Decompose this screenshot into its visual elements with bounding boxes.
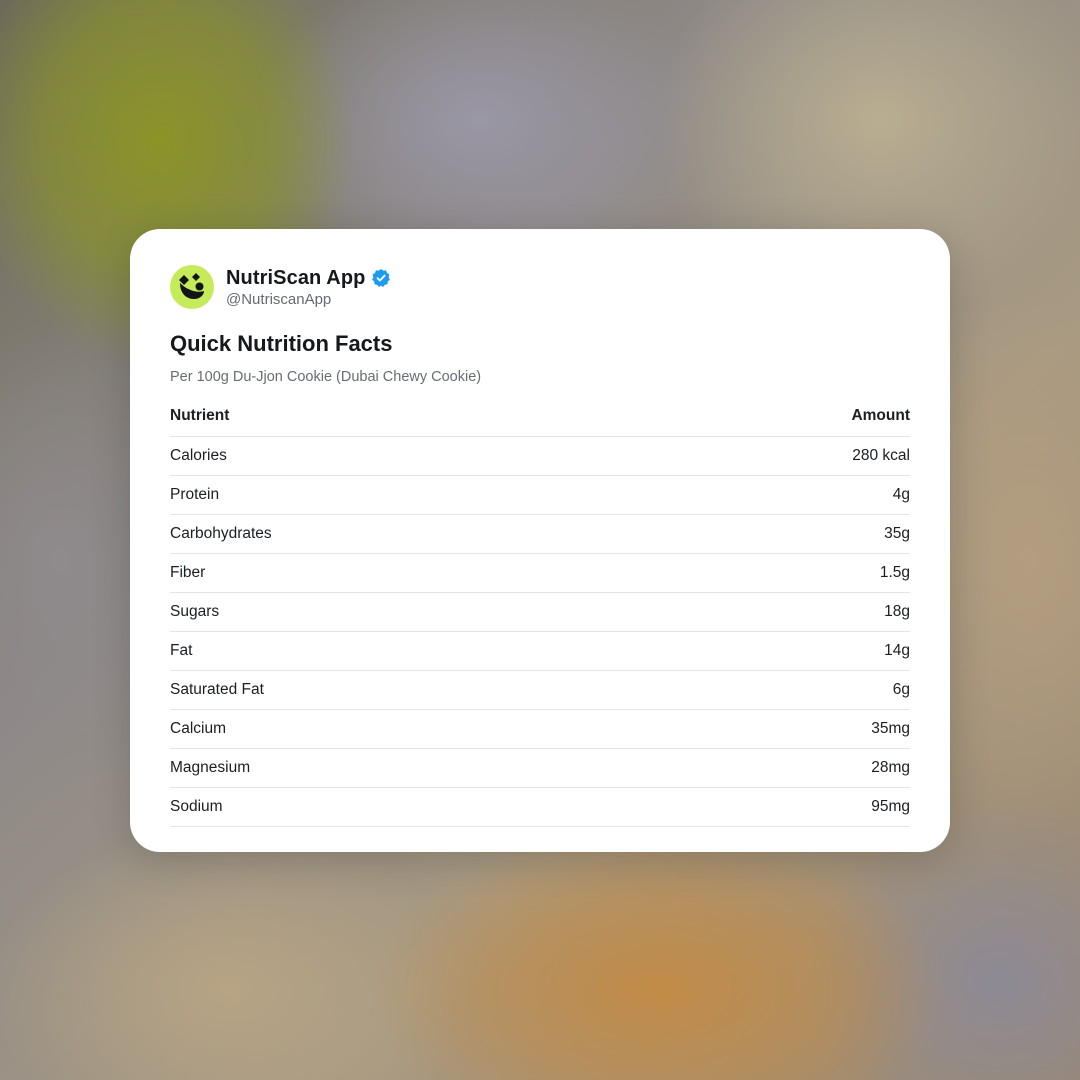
table-header-row: Nutrient Amount: [170, 396, 910, 437]
nutrient-amount: 28mg: [871, 759, 910, 776]
nutrient-amount: 18g: [884, 603, 910, 620]
nutrient-name: Sugars: [170, 603, 220, 620]
card-subtitle: Per 100g Du-Jjon Cookie (Dubai Chewy Coo…: [170, 369, 482, 385]
table-row: Protein 4g: [170, 476, 910, 515]
column-header-amount: Amount: [851, 407, 910, 424]
nutrient-name: Calcium: [170, 720, 226, 737]
logo-mark: [179, 273, 204, 299]
table-row: Calcium 35mg: [170, 710, 910, 749]
table-row: Magnesium 28mg: [170, 749, 910, 788]
nutrient-name: Calories: [170, 447, 227, 464]
account-name-line: NutriScan App: [226, 266, 391, 290]
table-row: Sugars 18g: [170, 593, 910, 632]
table-row: Carbohydrates 35g: [170, 515, 910, 554]
nutrient-amount: 14g: [884, 642, 910, 659]
account-name[interactable]: NutriScan App: [226, 267, 365, 290]
card-title: Quick Nutrition Facts: [170, 331, 393, 356]
nutrient-name: Fat: [170, 642, 193, 659]
nutrient-amount: 1.5g: [879, 564, 910, 581]
nutrient-amount: 4g: [892, 486, 910, 503]
nutrient-name: Carbohydrates: [170, 525, 272, 542]
nutrient-name: Sodium: [170, 798, 223, 815]
nutrient-name: Saturated Fat: [170, 681, 264, 698]
table-row: Fat 14g: [170, 632, 910, 671]
account-handle[interactable]: @NutriscanApp: [226, 291, 391, 308]
table-row: Fiber 1.5g: [170, 554, 910, 593]
verified-badge-icon: [371, 268, 391, 288]
nutrient-amount: 35mg: [871, 720, 910, 737]
table-row: Sodium 95mg: [170, 788, 910, 827]
column-header-nutrient: Nutrient: [170, 407, 230, 424]
nutrient-name: Protein: [170, 486, 220, 503]
nutrient-name: Magnesium: [170, 759, 251, 776]
account-header: NutriScan App @NutriscanApp: [170, 264, 910, 310]
nutrient-amount: 95mg: [871, 798, 910, 815]
nutrient-name: Fiber: [170, 564, 206, 581]
nutrient-amount: 35g: [884, 525, 910, 542]
nutrient-amount: 280 kcal: [852, 447, 910, 464]
nutrition-card: NutriScan App @NutriscanApp Quick Nutrit…: [130, 229, 950, 852]
nutriscan-logo-icon[interactable]: [170, 265, 214, 309]
nutrient-amount: 6g: [892, 681, 910, 698]
account-info: NutriScan App @NutriscanApp: [226, 266, 391, 308]
nutrition-table: Nutrient Amount Calories 280 kcal Protei…: [170, 396, 910, 827]
table-row: Calories 280 kcal: [170, 437, 910, 476]
table-row: Saturated Fat 6g: [170, 671, 910, 710]
